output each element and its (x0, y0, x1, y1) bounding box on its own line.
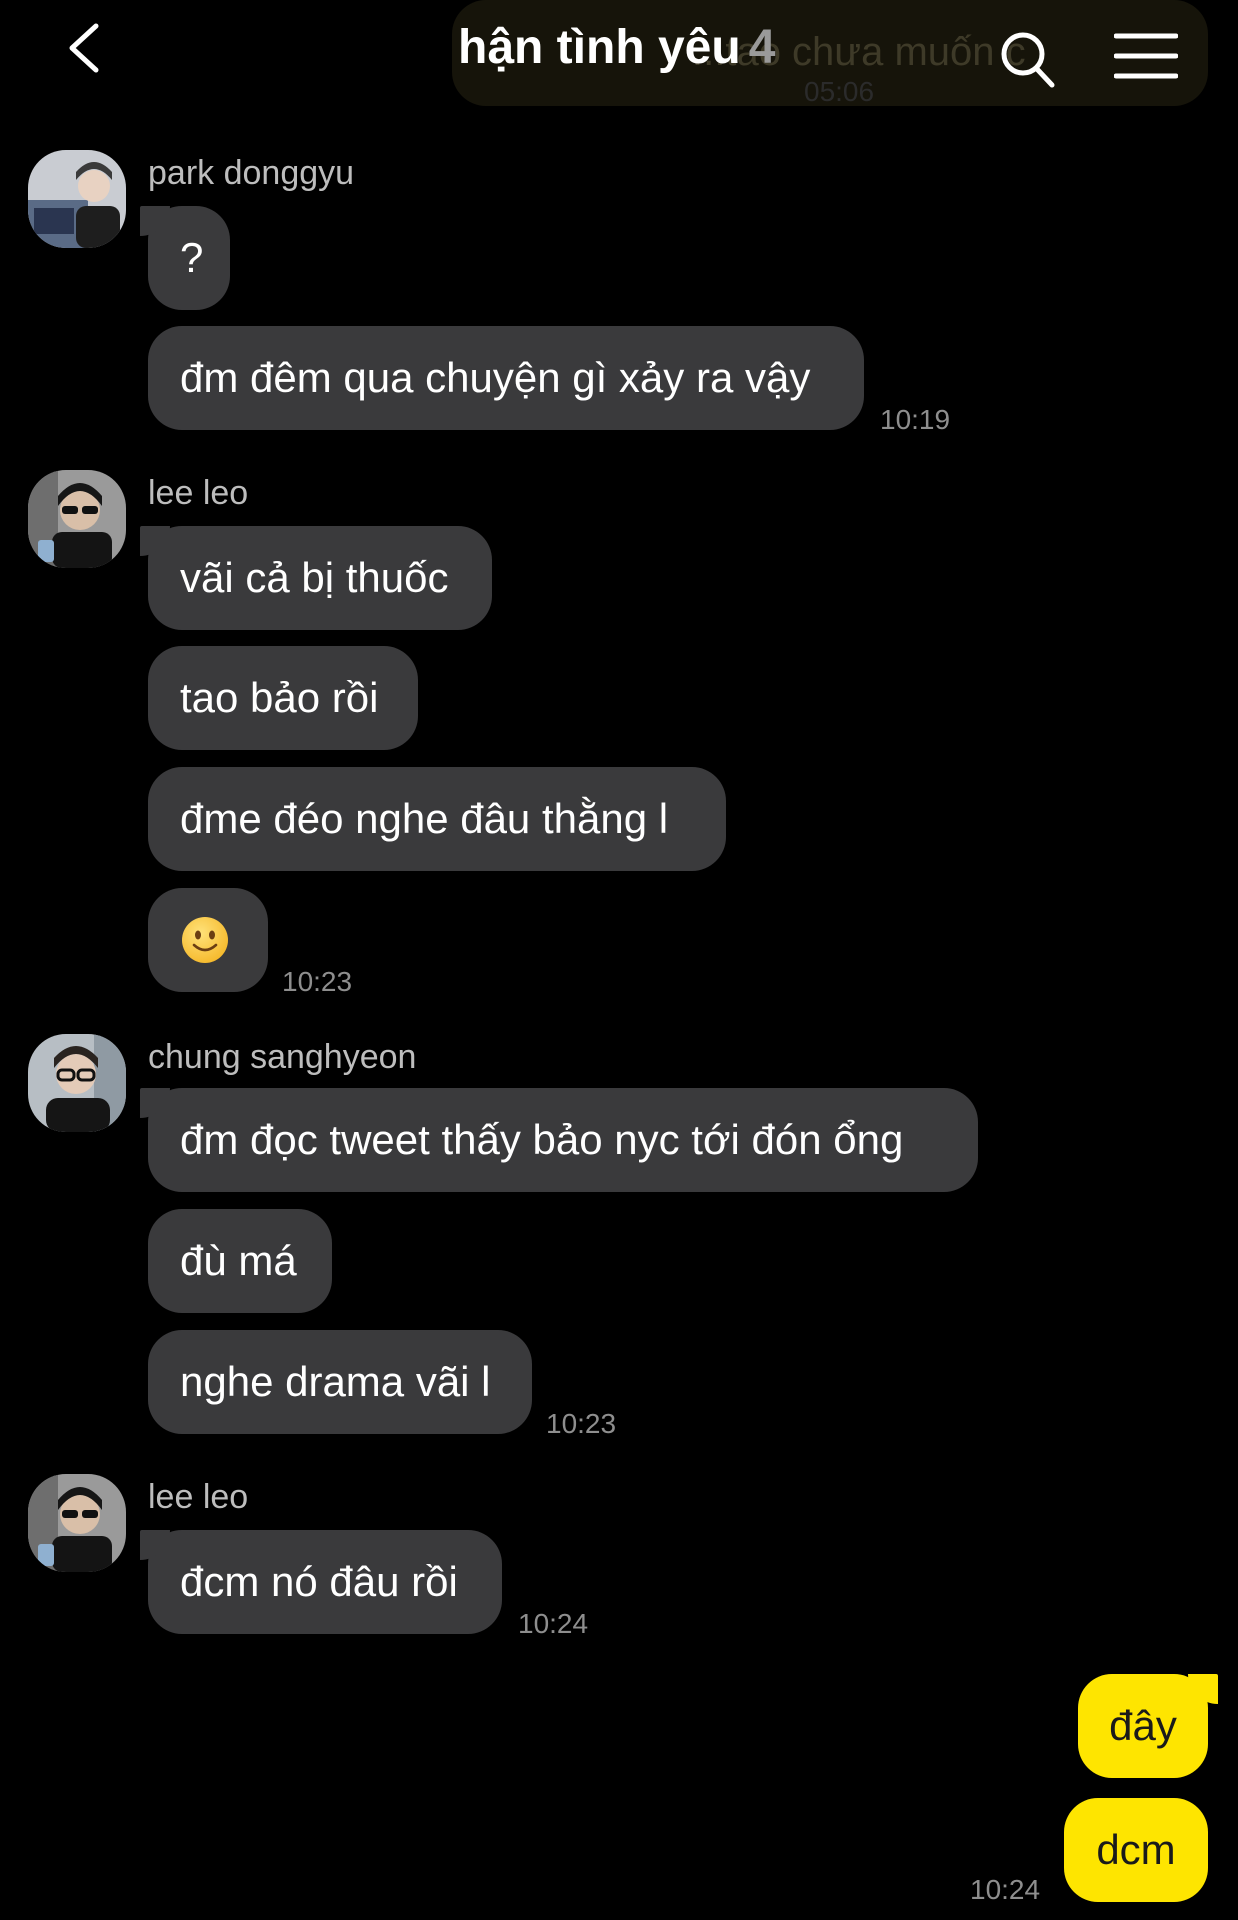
message-bubble[interactable]: nghe drama vãi l (148, 1330, 532, 1434)
avatar[interactable] (28, 1034, 126, 1132)
message-timestamp: 10:23 (546, 1408, 617, 1439)
sender-name: lee leo (148, 1478, 249, 1516)
avatar-photo (28, 470, 126, 568)
avatar[interactable] (28, 470, 126, 568)
message-timestamp: 10:19 (880, 404, 951, 435)
emoji-message-bubble[interactable] (148, 888, 268, 992)
message-timestamp: 10:24 (970, 1874, 1041, 1905)
chat-header: ...tao chưa muốn c 05:06 hận tình yêu 4 (0, 0, 1238, 120)
slightly-smiling-face-emoji (182, 917, 228, 963)
message-timestamp: 10:24 (518, 1608, 589, 1639)
avatar-photo (28, 150, 126, 248)
sender-name: lee leo (148, 474, 249, 512)
search-button[interactable] (998, 28, 1056, 90)
chat-title: hận tình yêu 4 (458, 20, 775, 75)
message-bubble[interactable]: tao bảo rồi (148, 646, 418, 750)
my-message-bubble[interactable]: dcm (1064, 1798, 1208, 1902)
message-bubble[interactable]: đù má (148, 1209, 332, 1313)
pinned-notice-time: 05:06 (804, 76, 875, 106)
message-bubble[interactable]: đm đọc tweet thấy bảo nyc tới đón ổng (140, 1088, 978, 1192)
chevron-left-icon (69, 23, 99, 73)
my-message-bubble[interactable]: đây (1078, 1674, 1218, 1778)
hamburger-menu-icon (1113, 33, 1179, 79)
menu-button[interactable] (1113, 32, 1179, 80)
sender-name: park donggyu (148, 154, 355, 192)
back-button[interactable] (62, 18, 112, 78)
avatar[interactable] (28, 1474, 126, 1572)
avatar-photo (28, 1034, 126, 1132)
message-bubble[interactable]: ? (140, 206, 230, 310)
message-timestamp: 10:23 (282, 966, 353, 997)
chat-name: hận tình yêu (458, 21, 741, 74)
avatar-photo (28, 1474, 126, 1572)
message-bubble[interactable]: đm đêm qua chuyện gì xảy ra vậy (148, 326, 864, 430)
sender-name: chung sanghyeon (148, 1038, 417, 1076)
message-bubble[interactable]: vãi cả bị thuốc (140, 526, 492, 630)
member-count: 4 (748, 21, 776, 74)
avatar[interactable] (28, 150, 126, 248)
message-bubble[interactable]: đcm nó đâu rồi (140, 1530, 502, 1634)
search-icon (1001, 32, 1055, 88)
message-bubble[interactable]: đme đéo nghe đâu thằng l (148, 767, 726, 871)
